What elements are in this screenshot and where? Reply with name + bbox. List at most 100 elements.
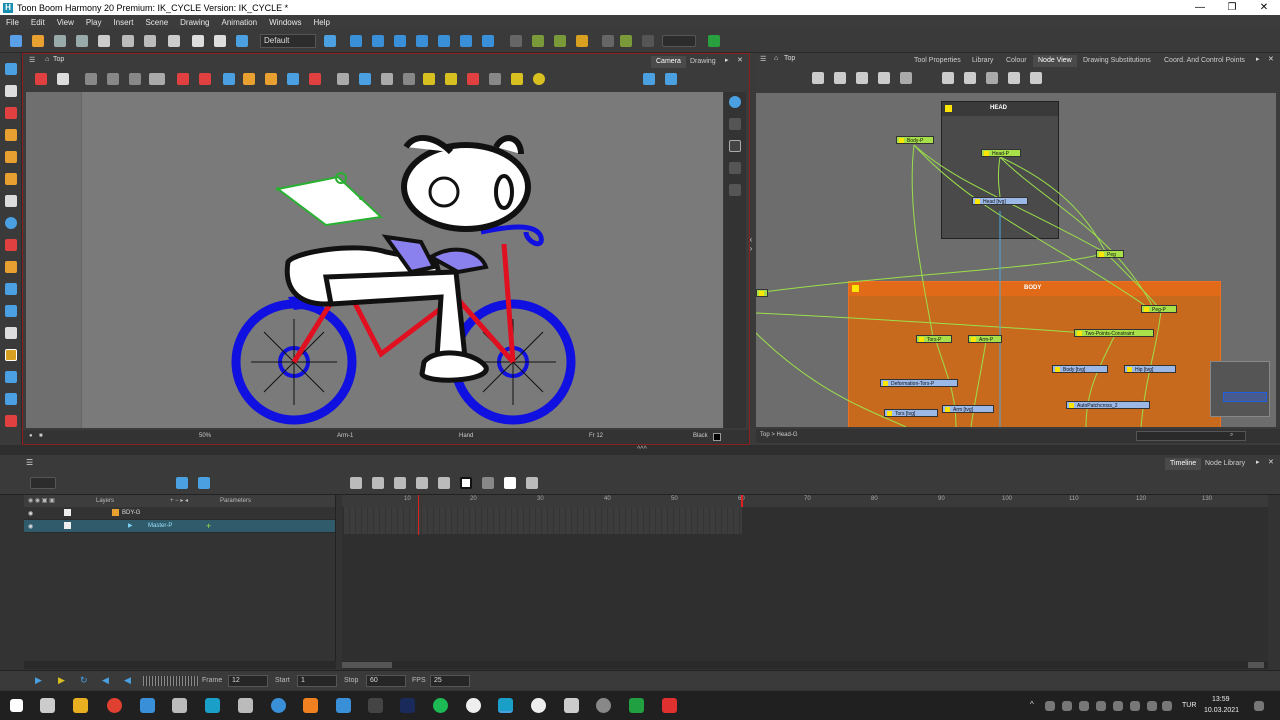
select-tool-icon[interactable]: [5, 63, 17, 75]
tab-colour[interactable]: Colour: [1001, 55, 1032, 67]
redo-icon[interactable]: [144, 35, 156, 47]
workspace-select[interactable]: Default: [260, 34, 316, 48]
app-icon[interactable]: [368, 698, 383, 713]
fps-input[interactable]: 25: [430, 675, 470, 687]
tray-icon[interactable]: [1062, 701, 1072, 711]
add-drawing-icon[interactable]: [198, 477, 210, 489]
minimize-button[interactable]: —: [1184, 0, 1216, 15]
layer-row-selected[interactable]: ◉ ▶ Master-P +: [24, 520, 335, 533]
node-arm-p[interactable]: Arm-P: [968, 335, 1002, 343]
color-swatch-field[interactable]: [662, 35, 696, 47]
frames-scrollbar[interactable]: [342, 661, 1268, 669]
grid-toggle-icon[interactable]: [199, 73, 211, 85]
menu-play[interactable]: Play: [80, 18, 108, 27]
tab-camera[interactable]: Camera: [651, 56, 686, 68]
min-angle-icon[interactable]: [265, 73, 277, 85]
reset-icon[interactable]: [85, 73, 97, 85]
bone-icon[interactable]: [554, 35, 566, 47]
peg-icon[interactable]: [107, 73, 119, 85]
tray-icon[interactable]: [1096, 701, 1106, 711]
morphing-tool-icon[interactable]: [5, 415, 17, 427]
app-icon[interactable]: [596, 698, 611, 713]
harmony-taskbar-icon[interactable]: [205, 698, 220, 713]
grid-show-icon[interactable]: [337, 73, 349, 85]
layers-active-icon[interactable]: [729, 140, 741, 152]
scale-icon[interactable]: [394, 35, 406, 47]
frames-panel[interactable]: 10 20 30 40 50 60 70 80 90 100 110 120 1…: [342, 495, 1268, 661]
ik-handle-icon[interactable]: [243, 73, 255, 85]
menu-file[interactable]: File: [0, 18, 25, 27]
render-icon[interactable]: [236, 35, 248, 47]
tray-icon[interactable]: [1079, 701, 1089, 711]
bulb-icon[interactable]: [511, 73, 523, 85]
volume-icon[interactable]: [1147, 701, 1157, 711]
file-explorer-icon[interactable]: [73, 698, 88, 713]
expand-arrow-icon[interactable]: ▶: [128, 522, 133, 529]
lock-drawing-icon[interactable]: [423, 73, 435, 85]
zoom-level[interactable]: 50%: [199, 433, 211, 439]
cutter-tool-icon[interactable]: [5, 305, 17, 317]
line-icon[interactable]: [467, 73, 479, 85]
save-icon[interactable]: [54, 35, 66, 47]
spline-offset-icon[interactable]: [460, 35, 472, 47]
node-tors-p[interactable]: Tors-P: [916, 335, 952, 343]
scene-frame-range[interactable]: [344, 507, 742, 534]
app-icon[interactable]: [662, 698, 677, 713]
loop-icon[interactable]: ↻: [80, 675, 88, 686]
light-table-icon[interactable]: [445, 73, 457, 85]
chrome-icon[interactable]: [107, 698, 122, 713]
node-navigator[interactable]: [1210, 361, 1270, 417]
stroke-tool-icon[interactable]: [5, 283, 17, 295]
node-two-points-constraint[interactable]: Two-Points-Constraint: [1074, 329, 1154, 337]
node-hip-tvg[interactable]: Hip [tvg]: [1124, 365, 1176, 373]
keyframe-icon[interactable]: [438, 477, 450, 489]
node-cable-icon[interactable]: [942, 72, 954, 84]
flip-icon[interactable]: [510, 35, 522, 47]
node-arm-tvg[interactable]: Arm [tvg]: [942, 405, 994, 413]
layer-down-icon[interactable]: [729, 162, 741, 174]
panel-divider[interactable]: ^^^: [0, 445, 1280, 455]
motion-key-icon[interactable]: [526, 477, 538, 489]
menu-help[interactable]: Help: [308, 18, 336, 27]
node-ungroup-icon[interactable]: [986, 72, 998, 84]
prev-key-icon[interactable]: [372, 477, 384, 489]
contour-editor-icon[interactable]: [5, 85, 17, 97]
node-tors-tvg[interactable]: Tors [tvg]: [884, 409, 938, 417]
frame-ruler[interactable]: 10 20 30 40 50 60 70 80 90 100 110 120 1…: [342, 495, 1268, 507]
onion-skin-icon[interactable]: [576, 35, 588, 47]
menu-edit[interactable]: Edit: [25, 18, 51, 27]
task-view-icon[interactable]: [40, 698, 55, 713]
tray-chevron-icon[interactable]: ^: [1030, 700, 1034, 709]
menu-drawing[interactable]: Drawing: [174, 18, 215, 27]
node-body-p[interactable]: Body-P: [896, 136, 934, 144]
calculator-icon[interactable]: [238, 698, 253, 713]
node-panel-menu-icon[interactable]: ▸: [1256, 55, 1260, 63]
tab-coord-control-points[interactable]: Coord. And Control Points: [1159, 55, 1250, 67]
ik-icon[interactable]: [532, 35, 544, 47]
layer-name[interactable]: Master-P: [148, 523, 172, 529]
node-peg-p[interactable]: Peg-P: [1141, 305, 1177, 313]
close-panel-icon[interactable]: ✕: [737, 56, 743, 64]
layer-add-remove-icons[interactable]: + − ▸ ◂: [170, 497, 188, 504]
node-down-icon[interactable]: [834, 72, 846, 84]
paste-icon[interactable]: [214, 35, 226, 47]
bulb-status-icon[interactable]: ●: [29, 433, 33, 439]
app-icon[interactable]: [629, 698, 644, 713]
fit-view-icon[interactable]: [643, 73, 655, 85]
first-frame-icon[interactable]: [350, 477, 362, 489]
transform-tool-icon[interactable]: [5, 371, 17, 383]
pin-icon[interactable]: [223, 73, 235, 85]
grid-menu-icon[interactable]: ☰: [29, 56, 35, 64]
camera-tool-icon[interactable]: [324, 35, 336, 47]
harmony-active-icon[interactable]: [498, 698, 513, 713]
record-icon[interactable]: [177, 73, 189, 85]
camera-breadcrumb[interactable]: Top: [53, 56, 64, 63]
language-indicator[interactable]: TUR: [1182, 702, 1196, 709]
notifications-icon[interactable]: [1254, 701, 1264, 711]
settings-gear-icon[interactable]: [57, 73, 69, 85]
import-icon[interactable]: [98, 35, 110, 47]
tab-node-library[interactable]: Node Library: [1200, 458, 1250, 470]
collapse-arrows-icon[interactable]: ^^^: [637, 446, 647, 453]
maintain-size-icon[interactable]: [438, 35, 450, 47]
sound-scrub-icon[interactable]: ◀: [124, 675, 131, 686]
